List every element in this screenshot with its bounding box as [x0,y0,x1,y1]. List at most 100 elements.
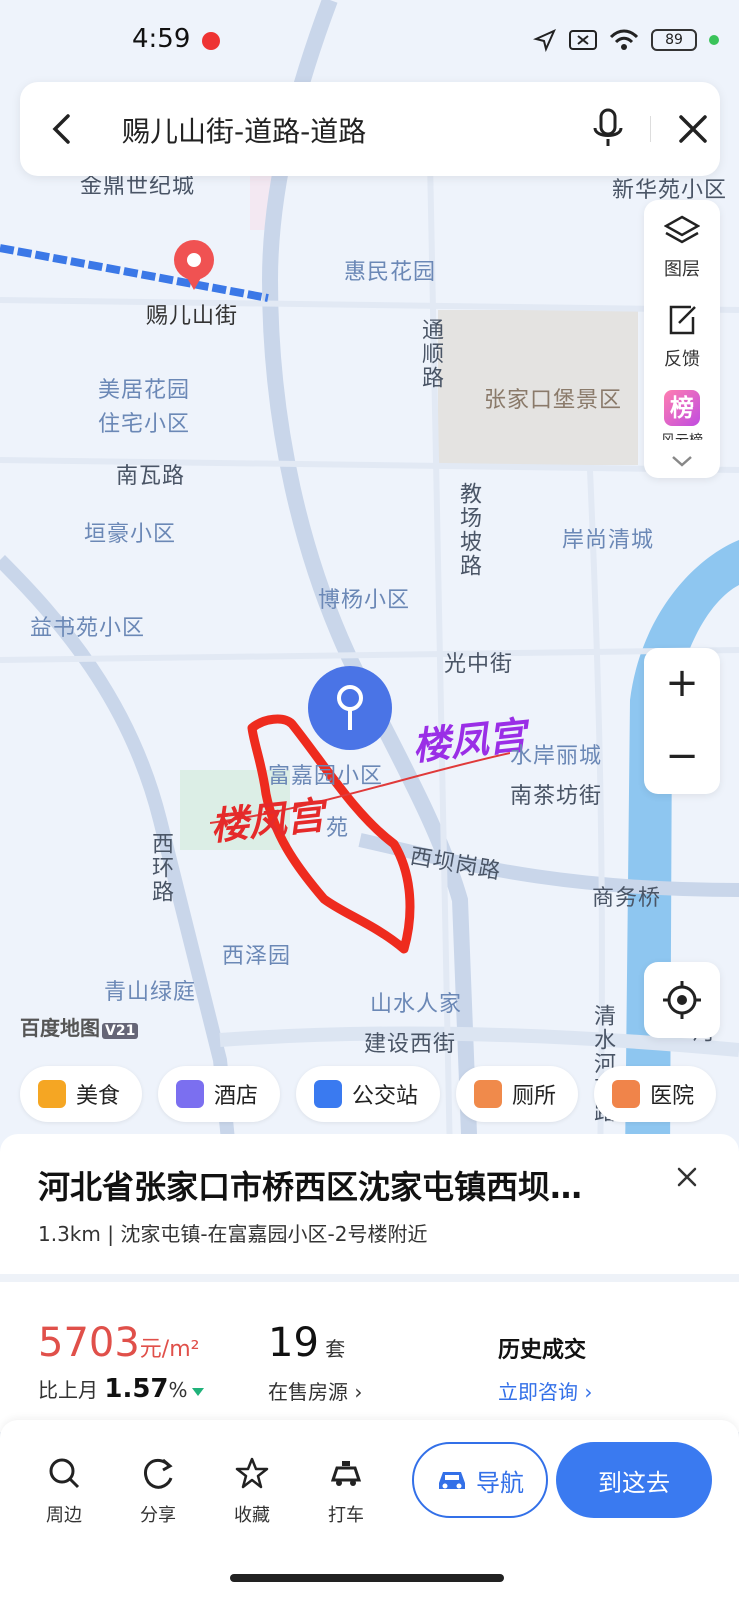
avg-price: 5703元/m² [38,1320,199,1366]
zoom-out-button[interactable]: − [644,721,720,794]
chip-food[interactable]: 美食 [20,1066,143,1122]
back-arrow-icon[interactable] [46,112,80,146]
car-icon [439,1472,465,1489]
sim-off-icon [569,30,597,50]
map-label: 益书苑小区 [30,616,146,641]
close-icon[interactable] [674,1164,700,1190]
taxi-icon [330,1461,362,1486]
nearby-label: 周边 [46,1505,82,1526]
map-label: 赐儿山街 [146,304,239,329]
chip-hospital[interactable]: 医院 [594,1066,717,1122]
nearby-button[interactable]: 周边 [24,1456,104,1527]
map-label: 垣豪小区 [84,522,177,547]
app-notification-icon [202,32,220,50]
taxi-button[interactable]: 打车 [306,1456,386,1527]
map-label: 南瓦路 [116,464,186,489]
navigate-label: 导航 [476,1468,524,1497]
bottom-action-bar: 周边 分享 收藏 打车 导航 到这去 [0,1420,739,1600]
price-value: 5703 [38,1320,140,1366]
listings-link[interactable]: 在售房源 › [268,1376,362,1405]
taxi-label: 打车 [328,1505,364,1526]
crosshair-icon [663,981,701,1019]
count-value: 19 [268,1320,319,1366]
go-here-button[interactable]: 到这去 [556,1442,712,1518]
place-card[interactable]: 河北省张家口市桥西区沈家屯镇西坝… 1.3km | 沈家屯镇-在富嘉园小区-2号… [0,1134,739,1274]
feedback-edit-icon [669,305,696,335]
map-label: 南茶坊街 [510,784,603,809]
bus-stop-icon [314,1080,343,1108]
search-icon [49,1458,80,1489]
mom-label: 比上月 [38,1378,98,1402]
hospital-icon [612,1080,641,1108]
place-pin-icon[interactable] [172,238,216,292]
chevron-down-icon[interactable] [670,454,694,468]
home-indicator[interactable] [230,1574,504,1582]
map-label: 山水人家 [370,992,463,1017]
feedback-label: 反馈 [664,349,700,370]
locate-me-button[interactable] [644,962,720,1038]
ranking-button[interactable]: 榜 风云榜 [644,390,720,440]
layers-icon [663,215,701,244]
map-label: 西环路 [148,832,173,904]
favorite-button[interactable]: 收藏 [212,1456,292,1527]
map-label: 西泽园 [222,944,292,969]
map-label: 富嘉园小区 [268,764,384,789]
map-label: 博杨小区 [318,588,411,613]
zoom-controls: + − [644,648,720,794]
food-icon [38,1080,66,1108]
map-label: 苑 [326,816,350,841]
privacy-dot-icon [709,35,719,45]
chip-label: 厕所 [512,1084,557,1109]
category-chips: 美食 酒店 公交站 厕所 医院 [20,1066,717,1122]
ranking-label: 风云榜 [644,430,720,440]
feedback-button[interactable]: 反馈 [644,304,720,371]
chip-bus-stop[interactable]: 公交站 [296,1066,441,1122]
chip-label: 酒店 [214,1084,259,1109]
map-label: 岸尚清城 [562,528,655,553]
zoom-in-button[interactable]: + [644,648,720,721]
consult-link[interactable]: 立即咨询 › [498,1376,592,1405]
layers-label: 图层 [664,259,700,280]
status-icons: 89 [533,28,719,52]
battery-indicator: 89 [651,29,697,51]
microphone-icon[interactable] [590,108,626,148]
chip-label: 公交站 [352,1084,419,1109]
map-label: 惠民花园 [344,260,437,285]
month-change: 比上月 1.57% [38,1374,204,1404]
listing-count: 19 套 [268,1320,345,1366]
map-label: 教场坡路 [456,482,481,578]
price-unit: 元/m² [139,1337,200,1362]
layers-button[interactable]: 图层 [644,214,720,281]
close-icon[interactable] [676,112,710,146]
status-bar: 4:59 89 [0,24,739,64]
housing-info-card: 5703元/m² 比上月 1.57% 19 套 在售房源 › 历史成交 立即咨询… [0,1282,739,1432]
chip-toilet[interactable]: 厕所 [456,1066,579,1122]
map-logo: 百度地图 V21 [20,1012,139,1041]
place-subtitle: 1.3km | 沈家屯镇-在富嘉园小区-2号楼附近 [38,1222,428,1246]
mom-value: 1.57 [104,1374,169,1404]
logo-version: V21 [102,1023,139,1039]
map-label: 水岸丽城 [510,744,603,769]
chip-label: 美食 [76,1084,121,1109]
count-unit: 套 [325,1337,346,1361]
chip-hotel[interactable]: 酒店 [158,1066,281,1122]
favorite-label: 收藏 [234,1505,270,1526]
mom-percent: % [168,1378,188,1402]
history-title: 历史成交 [498,1338,587,1363]
search-bar[interactable]: 赐儿山街-道路-道路 [20,82,720,176]
share-button[interactable]: 分享 [118,1456,198,1527]
map-label: 光中街 [444,652,514,677]
map-label: 建设西街 [364,1032,457,1057]
map-label: 住宅小区 [98,412,191,437]
share-label: 分享 [140,1505,176,1526]
search-query[interactable]: 赐儿山街-道路-道路 [122,110,366,150]
place-title: 河北省张家口市桥西区沈家屯镇西坝… [38,1168,583,1206]
map-label: 张家口堡景区 [484,388,623,413]
trend-down-icon [191,1387,204,1396]
status-time: 4:59 [132,24,191,54]
wifi-icon [609,29,639,50]
navigate-button[interactable]: 导航 [412,1442,548,1518]
map-label: 美居花园 [98,378,191,403]
share-icon [144,1458,173,1489]
logo-text: 百度地图 [20,1016,100,1040]
